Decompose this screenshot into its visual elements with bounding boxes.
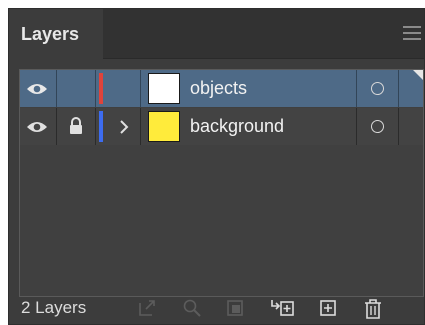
visibility-eye-icon[interactable] xyxy=(26,82,48,96)
layer-name[interactable]: objects xyxy=(190,70,247,107)
export-icon[interactable] xyxy=(137,298,157,318)
column-divider xyxy=(356,108,357,145)
layer-thumbnail xyxy=(148,111,180,142)
create-sublayer-icon[interactable] xyxy=(269,298,295,318)
column-divider xyxy=(95,108,96,145)
column-divider xyxy=(356,70,357,107)
layer-thumbnail xyxy=(148,73,180,104)
make-clipping-mask-icon[interactable] xyxy=(225,298,245,318)
column-divider xyxy=(398,108,399,145)
target-circle-icon[interactable] xyxy=(371,82,384,95)
target-circle-icon[interactable] xyxy=(371,120,384,133)
create-new-layer-icon[interactable] xyxy=(318,298,338,318)
layer-row-objects[interactable]: objects xyxy=(20,70,423,107)
hamburger-menu-icon[interactable] xyxy=(403,26,421,40)
selection-corner-icon xyxy=(413,70,423,80)
column-divider xyxy=(398,70,399,107)
visibility-eye-icon[interactable] xyxy=(26,120,48,134)
column-divider xyxy=(95,70,96,107)
layers-panel: Layers objects background 2 Layers xyxy=(8,8,425,325)
lock-icon[interactable] xyxy=(68,117,84,135)
column-divider xyxy=(140,70,141,107)
delete-icon[interactable] xyxy=(363,298,383,320)
panel-tab-bar: Layers xyxy=(9,9,424,59)
column-divider xyxy=(56,108,57,145)
column-divider xyxy=(140,108,141,145)
layer-name[interactable]: background xyxy=(190,108,284,145)
layer-color-bar xyxy=(99,111,103,142)
layer-count-label: 2 Layers xyxy=(21,298,87,317)
chevron-right-icon[interactable] xyxy=(119,118,129,136)
column-divider xyxy=(56,70,57,107)
layer-color-bar xyxy=(99,73,103,104)
locate-object-icon[interactable] xyxy=(182,298,202,318)
layers-list: objects background xyxy=(19,69,424,297)
panel-footer: 2 Layers xyxy=(9,294,424,324)
tab-layers[interactable]: Layers xyxy=(9,9,103,59)
layer-row-background[interactable]: background xyxy=(20,108,423,145)
